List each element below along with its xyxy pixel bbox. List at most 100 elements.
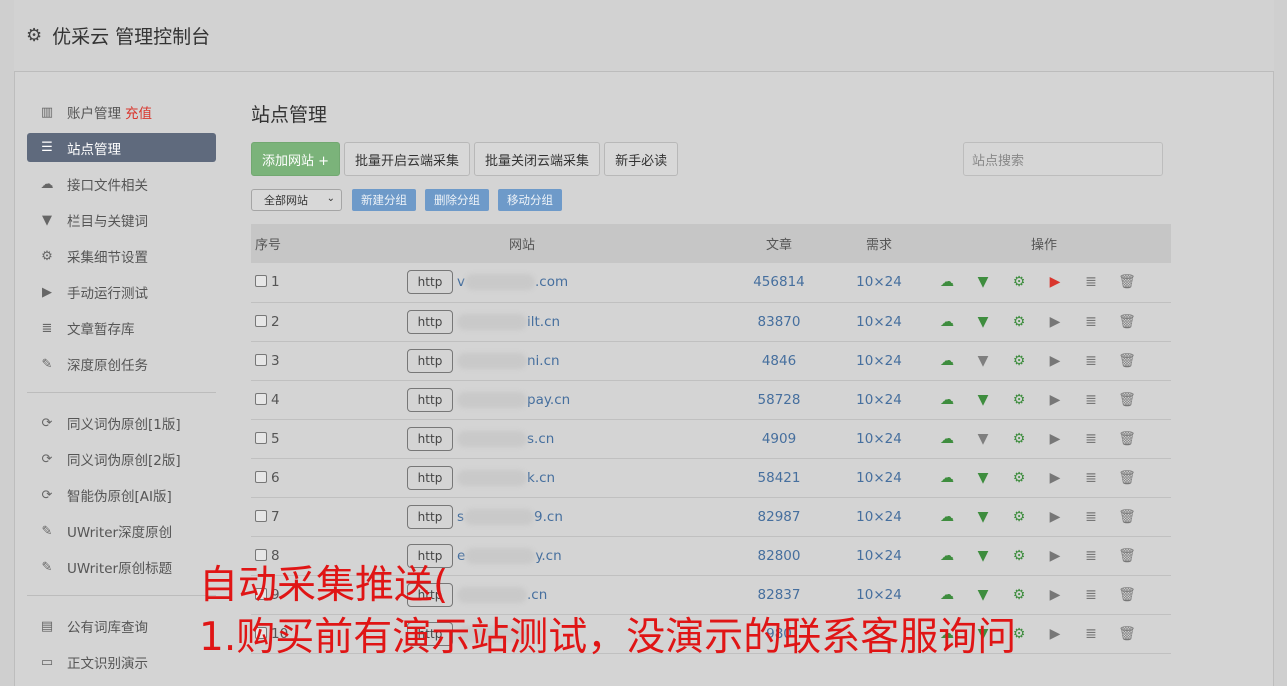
trash-icon[interactable]: 🗑 [1109,314,1145,330]
http-button[interactable]: http [407,387,453,412]
recharge-link[interactable]: 充值 [125,102,152,122]
play-icon[interactable]: ▶ [1037,470,1073,486]
sidebar-item[interactable]: ▭ 正文识别演示 [27,644,216,680]
demand-value[interactable]: 10×24 [841,419,917,458]
sidebar-item[interactable]: ⚙ 采集细节设置 [27,238,216,274]
row-checkbox[interactable] [255,353,267,366]
demand-value[interactable]: 10×24 [841,458,917,497]
site-domain-link[interactable]: .com [535,274,568,290]
trash-icon[interactable]: 🗑 [1109,509,1145,525]
delete-group-button[interactable]: 删除分组 [425,189,489,211]
row-checkbox[interactable] [255,626,267,639]
demand-value[interactable]: 10×24 [841,380,917,419]
play-icon[interactable]: ▶ [1037,314,1073,330]
row-checkbox[interactable] [255,275,267,288]
site-domain-link[interactable]: .cn [527,587,547,603]
play-icon[interactable]: ▶ [1037,509,1073,525]
sidebar-item[interactable]: ▶ 手动运行测试 [27,274,216,310]
filter-icon[interactable]: ▼ [965,353,1001,369]
trash-icon[interactable]: 🗑 [1109,392,1145,408]
article-count[interactable]: 58728 [717,380,841,419]
play-icon[interactable]: ▶ [1037,548,1073,564]
sidebar-item[interactable]: ⟳ 智能伪原创[AI版] [27,477,216,513]
cogs-icon[interactable]: ⚙ [1001,353,1037,369]
http-button[interactable]: http [407,543,453,568]
filter-icon[interactable]: ▼ [965,509,1001,525]
site-domain-link[interactable]: y.cn [535,548,561,564]
site-search-input[interactable]: 站点搜索 [963,142,1163,176]
article-count[interactable]: 4846 [717,341,841,380]
row-checkbox[interactable] [255,587,267,600]
filter-icon[interactable]: ▼ [965,587,1001,603]
article-count[interactable]: 980 [717,614,841,653]
row-checkbox[interactable] [255,470,267,483]
sidebar-item[interactable]: ✎ UWriter原创标题 [27,549,216,585]
play-icon[interactable]: ▶ [1037,626,1073,642]
sidebar-item[interactable]: ▼ 栏目与关键词 [27,202,216,238]
row-checkbox[interactable] [255,509,267,522]
site-domain-link[interactable]: k.cn [527,470,555,486]
article-count[interactable]: 83870 [717,302,841,341]
new-group-button[interactable]: 新建分组 [352,189,416,211]
move-group-button[interactable]: 移动分组 [498,189,562,211]
trash-icon[interactable]: 🗑 [1109,587,1145,603]
filter-icon[interactable]: ▼ [965,274,1001,290]
trash-icon[interactable]: 🗑 [1109,431,1145,447]
batch-close-cloud-button[interactable]: 批量关闭云端采集 [474,142,601,176]
demand-value[interactable] [841,614,917,653]
http-button[interactable]: http [407,465,453,490]
article-count[interactable]: 82800 [717,536,841,575]
article-count[interactable]: 82837 [717,575,841,614]
filter-icon[interactable]: ▼ [965,314,1001,330]
cogs-icon[interactable]: ⚙ [1001,470,1037,486]
sidebar-item[interactable]: ✎ UWriter深度原创 [27,513,216,549]
demand-value[interactable]: 10×24 [841,575,917,614]
demand-value[interactable]: 10×24 [841,302,917,341]
sidebar-item[interactable]: ⟳ 同义词伪原创[1版] [27,405,216,441]
database-icon[interactable]: ≣ [1073,626,1109,642]
filter-icon[interactable]: ▼ [965,470,1001,486]
demand-value[interactable]: 10×24 [841,263,917,302]
site-domain-link[interactable]: pay.cn [527,392,570,408]
http-button[interactable]: http [407,504,453,529]
row-checkbox[interactable] [255,431,267,444]
row-checkbox[interactable] [255,392,267,405]
http-button[interactable]: http [407,309,453,334]
cloud-upload-icon[interactable]: ☁ [929,470,965,486]
database-icon[interactable]: ≣ [1073,274,1109,290]
row-checkbox[interactable] [255,548,267,561]
cogs-icon[interactable]: ⚙ [1001,626,1037,642]
play-icon[interactable]: ▶ [1037,431,1073,447]
http-button[interactable]: http [407,621,453,646]
cogs-icon[interactable]: ⚙ [1001,509,1037,525]
article-count[interactable]: 82987 [717,497,841,536]
cloud-upload-icon[interactable]: ☁ [929,587,965,603]
article-count[interactable]: 456814 [717,263,841,302]
filter-icon[interactable]: ▼ [965,548,1001,564]
cloud-upload-icon[interactable]: ☁ [929,509,965,525]
database-icon[interactable]: ≣ [1073,392,1109,408]
cloud-upload-icon[interactable]: ☁ [929,392,965,408]
trash-icon[interactable]: 🗑 [1109,470,1145,486]
cloud-upload-icon[interactable]: ☁ [929,431,965,447]
cogs-icon[interactable]: ⚙ [1001,274,1037,290]
cogs-icon[interactable]: ⚙ [1001,392,1037,408]
cloud-upload-icon[interactable]: ☁ [929,548,965,564]
http-button[interactable]: http [407,426,453,451]
site-domain-link[interactable]: ilt.cn [527,314,560,330]
play-icon[interactable]: ▶ [1037,392,1073,408]
play-icon[interactable]: ▶ [1037,274,1073,290]
site-domain-link[interactable]: ni.cn [527,353,560,369]
site-domain-link[interactable]: s.cn [527,431,554,447]
database-icon[interactable]: ≣ [1073,353,1109,369]
database-icon[interactable]: ≣ [1073,431,1109,447]
sidebar-item[interactable]: ▤ 公有词库查询 [27,608,216,644]
demand-value[interactable]: 10×24 [841,536,917,575]
database-icon[interactable]: ≣ [1073,314,1109,330]
database-icon[interactable]: ≣ [1073,587,1109,603]
http-button[interactable]: http [407,270,453,295]
cogs-icon[interactable]: ⚙ [1001,548,1037,564]
batch-open-cloud-button[interactable]: 批量开启云端采集 [344,142,471,176]
row-checkbox[interactable] [255,314,267,327]
sidebar-item[interactable]: ≣ 文章暂存库 [27,310,216,346]
